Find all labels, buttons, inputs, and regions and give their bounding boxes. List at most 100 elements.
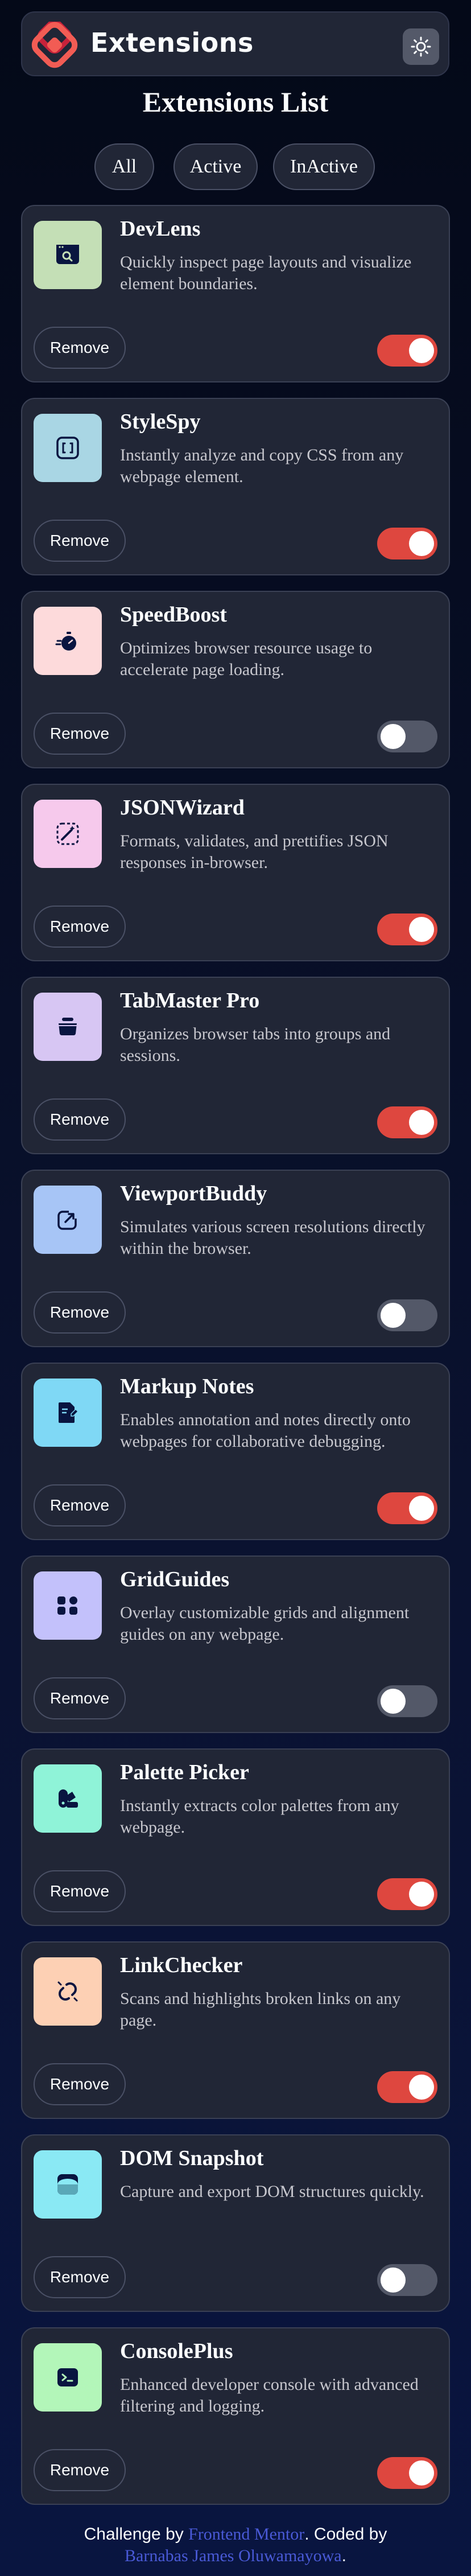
remove-button[interactable]: Remove xyxy=(34,1870,126,1912)
extension-icon-tile xyxy=(34,1571,102,1640)
extension-name: GridGuides xyxy=(120,1567,230,1591)
extension-card: DevLens Quickly inspect page layouts and … xyxy=(21,205,450,382)
toggle-knob xyxy=(381,1303,406,1328)
extension-name: StyleSpy xyxy=(120,410,201,434)
extension-name: LinkChecker xyxy=(120,1953,243,1977)
page-title: Extensions List xyxy=(142,86,329,118)
tab-stack-icon xyxy=(59,1018,77,1036)
extension-description: Scans and highlights broken links on any… xyxy=(120,1989,401,2030)
extension-name: Palette Picker xyxy=(120,1760,249,1784)
extension-card: JSONWizard Formats, validates, and pretti… xyxy=(21,784,450,961)
remove-button[interactable]: Remove xyxy=(34,520,126,562)
stopwatch-icon xyxy=(55,632,76,651)
active-toggle[interactable] xyxy=(377,1685,437,1717)
theme-toggle-button[interactable] xyxy=(403,28,439,65)
extension-card: GridGuides Overlay customizable grids and… xyxy=(21,1556,450,1733)
logo-icon xyxy=(31,22,78,68)
extension-name: SpeedBoost xyxy=(120,603,227,627)
active-toggle[interactable] xyxy=(377,2264,437,2296)
extension-card: Palette Picker Instantly extracts color p… xyxy=(21,1748,450,1926)
active-toggle[interactable] xyxy=(377,1106,437,1138)
toggle-knob xyxy=(409,531,434,556)
remove-button[interactable]: Remove xyxy=(34,1677,126,1719)
extension-card: Markup Notes Enables annotation and notes… xyxy=(21,1363,450,1540)
filter-all-button[interactable]: All xyxy=(94,143,154,190)
remove-button[interactable]: Remove xyxy=(34,1484,126,1526)
toggle-knob xyxy=(409,1882,434,1907)
extension-description: Instantly extracts color palettes from a… xyxy=(120,1796,399,1837)
note-pen-icon xyxy=(59,1402,79,1423)
active-toggle[interactable] xyxy=(377,913,437,945)
extension-icon-tile xyxy=(34,1378,102,1447)
extension-description: Quickly inspect page layouts and visuali… xyxy=(120,253,412,293)
extension-description: Enables annotation and notes directly on… xyxy=(120,1410,411,1451)
remove-button[interactable]: Remove xyxy=(34,1098,126,1141)
extension-description: Instantly analyze and copy CSS from any … xyxy=(120,446,404,486)
remove-button[interactable]: Remove xyxy=(34,2063,126,2105)
active-toggle[interactable] xyxy=(377,1299,437,1331)
toggle-knob xyxy=(409,1496,434,1521)
grid-icon xyxy=(57,1596,77,1615)
remove-button[interactable]: Remove xyxy=(34,713,126,755)
active-toggle[interactable] xyxy=(377,528,437,559)
filter-bar: All Active InActive xyxy=(0,143,471,190)
magic-wand-icon xyxy=(56,822,79,845)
extension-card: TabMaster Pro Organizes browser tabs into… xyxy=(21,977,450,1154)
frontend-mentor-link[interactable]: Frontend Mentor xyxy=(188,2525,304,2544)
extension-name: Markup Notes xyxy=(120,1375,254,1398)
footer: Challenge by Frontend Mentor. Coded by B… xyxy=(0,2524,471,2567)
broken-link-icon xyxy=(57,1981,78,2002)
extension-description: Optimizes browser resource usage to acce… xyxy=(120,639,373,679)
resize-icon xyxy=(57,1209,78,1230)
sun-icon xyxy=(411,36,431,57)
toggle-knob xyxy=(381,724,406,749)
remove-button[interactable]: Remove xyxy=(34,906,126,948)
app-title: Extensions xyxy=(90,27,254,58)
extension-name: ConsolePlus xyxy=(120,2339,233,2363)
extension-name: DevLens xyxy=(120,217,201,241)
toggle-knob xyxy=(381,1689,406,1714)
extension-name: TabMaster Pro xyxy=(120,989,260,1013)
active-toggle[interactable] xyxy=(377,1492,437,1524)
filter-inactive-button[interactable]: InActive xyxy=(273,143,375,190)
remove-button[interactable]: Remove xyxy=(34,327,126,369)
terminal-icon xyxy=(57,2368,78,2386)
search-window-icon xyxy=(56,245,79,264)
active-toggle[interactable] xyxy=(377,1878,437,1910)
filter-active-button[interactable]: Active xyxy=(173,143,258,190)
extension-icon-tile xyxy=(34,414,102,482)
extension-description: Formats, validates, and prettifies JSON … xyxy=(120,832,389,872)
toggle-knob xyxy=(409,2075,434,2100)
camera-box-icon xyxy=(57,2174,78,2195)
extension-description: Organizes browser tabs into groups and s… xyxy=(120,1024,391,1065)
remove-button[interactable]: Remove xyxy=(34,1291,126,1334)
extension-icon-tile xyxy=(34,800,102,868)
extension-description: Overlay customizable grids and alignment… xyxy=(120,1603,410,1644)
extension-card: ViewportBuddy Simulates various screen re… xyxy=(21,1170,450,1347)
extension-icon-tile xyxy=(34,1957,102,2026)
author-link[interactable]: Barnabas James Oluwamayowa xyxy=(125,2546,342,2565)
remove-button[interactable]: Remove xyxy=(34,2256,126,2298)
extension-icon-tile xyxy=(34,2343,102,2412)
active-toggle[interactable] xyxy=(377,335,437,367)
extension-card: SpeedBoost Optimizes browser resource usa… xyxy=(21,591,450,768)
extension-icon-tile xyxy=(34,1764,102,1833)
toggle-knob xyxy=(409,1110,434,1135)
code-brackets-icon xyxy=(56,437,79,459)
extension-description: Capture and export DOM structures quickl… xyxy=(120,2182,424,2201)
extension-icon-tile xyxy=(34,1186,102,1254)
active-toggle[interactable] xyxy=(377,2457,437,2489)
active-toggle[interactable] xyxy=(377,2071,437,2103)
extension-card: StyleSpy Instantly analyze and copy CSS f… xyxy=(21,398,450,575)
toggle-knob xyxy=(381,2268,406,2293)
app-header: Extensions xyxy=(21,11,449,76)
toggle-knob xyxy=(409,917,434,942)
extension-icon-tile xyxy=(34,2150,102,2219)
extension-icon-tile xyxy=(34,607,102,675)
active-toggle[interactable] xyxy=(377,721,437,752)
extension-icon-tile xyxy=(34,993,102,1061)
extension-name: DOM Snapshot xyxy=(120,2146,264,2170)
extension-card: ConsolePlus Enhanced developer console wi… xyxy=(21,2327,450,2505)
remove-button[interactable]: Remove xyxy=(34,2449,126,2491)
footer-middle: . Coded by xyxy=(304,2525,387,2544)
